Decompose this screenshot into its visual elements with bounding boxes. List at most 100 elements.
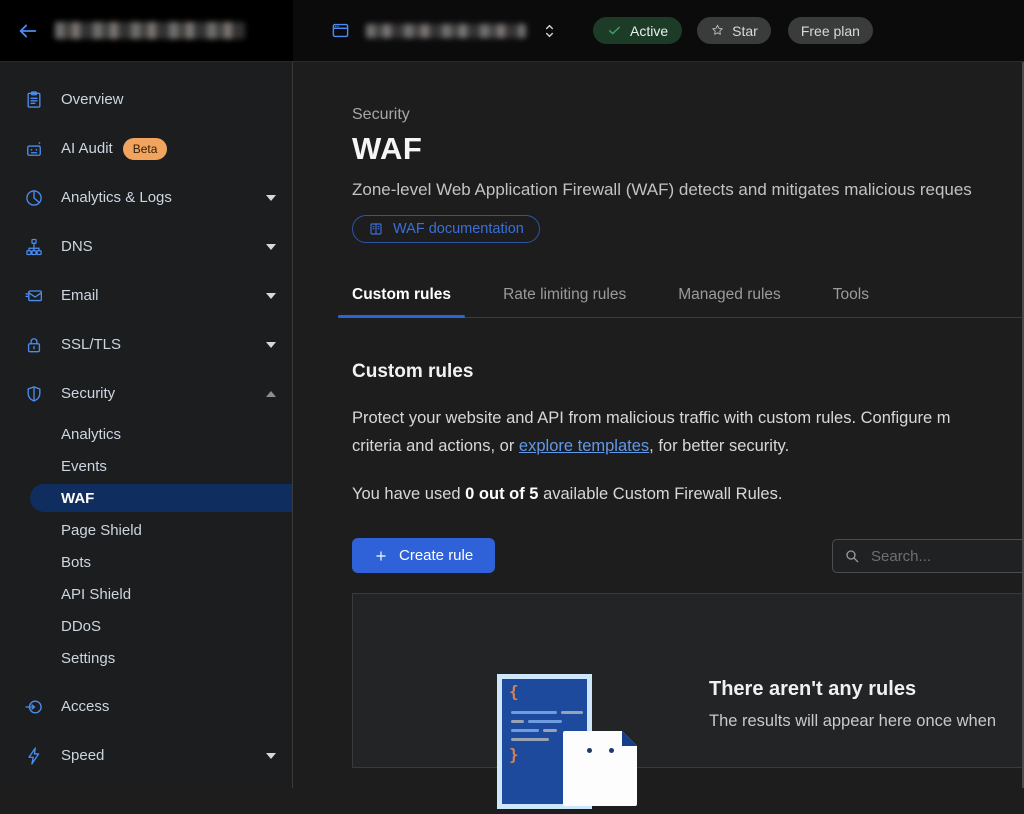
plan-badge-label: Free plan: [801, 23, 860, 39]
page-title: WAF: [352, 131, 1024, 167]
actions-row: Create rule: [352, 538, 1024, 574]
status-badge-label: Active: [630, 23, 668, 39]
sidebar-item-label: Access: [61, 698, 276, 715]
sidebar-item-label: Bots: [61, 554, 91, 571]
waf-documentation-label: WAF documentation: [393, 221, 524, 237]
envelope-icon: [24, 286, 44, 306]
chevron-down-icon: [266, 753, 276, 759]
usage-count: 0 out of 5: [465, 485, 538, 503]
section-paragraph: Protect your website and API from malici…: [352, 404, 1024, 460]
search-icon: [844, 548, 860, 564]
sidebar-item-label: API Shield: [61, 586, 131, 603]
sidebar-item-label: Page Shield: [61, 522, 142, 539]
waf-documentation-button[interactable]: WAF documentation: [352, 215, 540, 243]
tab-tools[interactable]: Tools: [819, 276, 883, 317]
topbar: Active Star Free plan: [0, 0, 1024, 62]
pie-chart-icon: [24, 188, 44, 208]
sidebar-item-label: Email: [61, 287, 249, 304]
sidebar-item-waf[interactable]: WAF: [30, 484, 292, 512]
sidebar-item-label: Speed: [61, 747, 249, 764]
sidebar-item-email[interactable]: Email: [0, 271, 292, 320]
check-icon: [607, 23, 622, 38]
plus-icon: [374, 549, 388, 563]
tab-bar: Custom rules Rate limiting rules Managed…: [338, 276, 1024, 318]
chevron-down-icon: [266, 244, 276, 250]
paragraph-line-2-post: , for better security.: [649, 437, 789, 455]
sidebar-item-label: Security: [61, 385, 249, 402]
sidebar-item-label: Settings: [61, 650, 115, 667]
sidebar-item-ai-audit[interactable]: AI Audit Beta: [0, 124, 292, 173]
sidebar-item-security[interactable]: Security: [0, 369, 292, 418]
main-content: Security WAF Zone-level Web Application …: [293, 62, 1024, 788]
sidebar-item-label: SSL/TLS: [61, 336, 249, 353]
sidebar-item-ddos[interactable]: DDoS: [0, 610, 292, 642]
sitemap-icon: [24, 237, 44, 257]
sidebar-item-dns[interactable]: DNS: [0, 222, 292, 271]
topbar-zone-section: Active Star Free plan: [293, 0, 1024, 61]
create-rule-button[interactable]: Create rule: [352, 538, 495, 573]
sidebar-item-events[interactable]: Events: [0, 450, 292, 482]
zone-name-redacted: [366, 24, 526, 38]
chevron-down-icon: [266, 293, 276, 299]
sidebar-item-overview[interactable]: Overview: [0, 75, 292, 124]
sidebar-item-api-shield[interactable]: API Shield: [0, 578, 292, 610]
sidebar-item-label: Events: [61, 458, 107, 475]
account-name-redacted: [55, 22, 245, 39]
sidebar-item-bots[interactable]: Bots: [0, 546, 292, 578]
sidebar-item-label-wrap: AI Audit Beta: [61, 138, 276, 160]
breadcrumb: Security: [352, 106, 1024, 124]
usage-post: available Custom Firewall Rules.: [539, 485, 783, 503]
sidebar-item-settings[interactable]: Settings: [0, 642, 292, 674]
empty-state-title: There aren't any rules: [709, 678, 916, 701]
sidebar-item-label: Analytics & Logs: [61, 189, 249, 206]
empty-state-illustration: { }: [497, 674, 642, 814]
plan-badge: Free plan: [788, 17, 873, 44]
paragraph-line-1: Protect your website and API from malici…: [352, 404, 1024, 432]
lock-icon: [24, 335, 44, 355]
sidebar-item-analytics-logs[interactable]: Analytics & Logs: [0, 173, 292, 222]
tab-managed-rules[interactable]: Managed rules: [664, 276, 795, 317]
sidebar-item-label: DNS: [61, 238, 249, 255]
create-rule-label: Create rule: [399, 547, 473, 564]
search-input[interactable]: [869, 547, 1024, 566]
paragraph-line-2-pre: criteria and actions, or: [352, 437, 519, 455]
empty-state-card: { } There aren't any rules The results w…: [352, 593, 1024, 768]
page-description: Zone-level Web Application Firewall (WAF…: [352, 180, 1024, 200]
browser-window-icon: [331, 21, 350, 40]
shield-icon: [24, 384, 44, 404]
star-icon: [710, 23, 725, 38]
explore-templates-link[interactable]: explore templates: [519, 437, 649, 455]
back-button[interactable]: [17, 20, 39, 42]
empty-state-subtitle: The results will appear here once when: [709, 712, 996, 731]
chevron-updown-icon: [541, 21, 558, 41]
sidebar-item-label: DDoS: [61, 618, 101, 635]
topbar-account-section: [0, 0, 293, 61]
sidebar-item-access[interactable]: Access: [0, 682, 292, 731]
star-button-label: Star: [732, 23, 758, 39]
tab-rate-limiting-rules[interactable]: Rate limiting rules: [489, 276, 640, 317]
beta-badge: Beta: [123, 138, 168, 160]
sidebar-item-label: Overview: [61, 91, 276, 108]
usage-pre: You have used: [352, 485, 465, 503]
tab-custom-rules[interactable]: Custom rules: [338, 276, 465, 317]
sidebar-item-page-shield[interactable]: Page Shield: [0, 514, 292, 546]
sidebar-item-ssl-tls[interactable]: SSL/TLS: [0, 320, 292, 369]
sidebar-item-speed[interactable]: Speed: [0, 731, 292, 780]
chevron-down-icon: [266, 342, 276, 348]
chevron-down-icon: [266, 195, 276, 201]
star-button[interactable]: Star: [697, 17, 771, 44]
usage-text: You have used 0 out of 5 available Custo…: [352, 485, 1024, 504]
sidebar-item-label: AI Audit: [61, 140, 113, 157]
status-badge-active: Active: [593, 17, 682, 44]
back-arrow-icon: [17, 20, 39, 42]
access-icon: [24, 697, 44, 717]
sidebar-item-analytics[interactable]: Analytics: [0, 418, 292, 450]
search-box: [832, 539, 1024, 573]
book-icon: [368, 221, 384, 237]
page-face-graphic: [563, 731, 637, 806]
paragraph-line-2: criteria and actions, or explore templat…: [352, 432, 1024, 460]
section-heading: Custom rules: [352, 361, 1024, 383]
sidebar-item-label: Analytics: [61, 426, 121, 443]
zone-selector-button[interactable]: [541, 21, 558, 41]
lightning-icon: [24, 746, 44, 766]
